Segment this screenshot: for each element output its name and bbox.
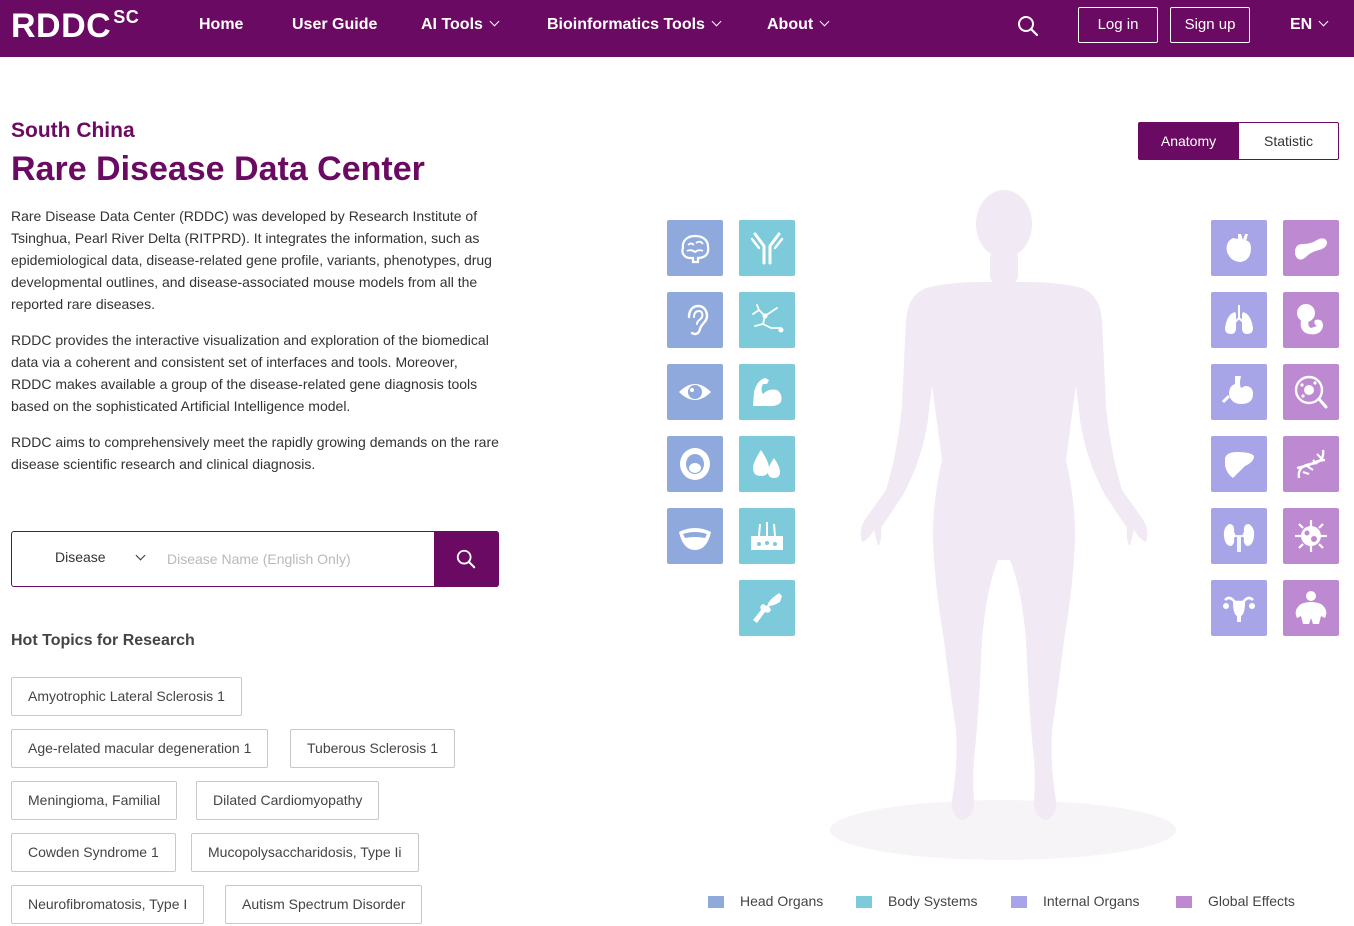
- tab-anatomy[interactable]: Anatomy: [1138, 122, 1239, 160]
- search-submit-button[interactable]: [434, 531, 499, 587]
- hero-title: Rare Disease Data Center: [11, 150, 425, 188]
- legend-swatch-head-organs: [708, 896, 724, 908]
- hot-topic-tag[interactable]: Neurofibromatosis, Type I: [11, 885, 205, 924]
- heart-icon[interactable]: [1211, 220, 1267, 276]
- fetus-icon[interactable]: [1283, 292, 1339, 348]
- nav-home[interactable]: Home: [199, 14, 243, 36]
- hot-topic-tag[interactable]: Tuberous Sclerosis 1: [290, 729, 455, 768]
- legend-label-head-organs: Head Organs: [740, 893, 824, 909]
- nav-user-guide[interactable]: User Guide: [292, 14, 377, 36]
- chevron-down-icon: [819, 16, 830, 27]
- chevron-down-icon: [1318, 16, 1329, 27]
- stomach-icon[interactable]: [1211, 364, 1267, 420]
- nerve-icon[interactable]: [739, 292, 795, 348]
- blood-drop-icon[interactable]: [739, 436, 795, 492]
- nav-bioinformatics-tools[interactable]: Bioinformatics Tools: [547, 14, 722, 36]
- hot-topic-tag[interactable]: Dilated Cardiomyopathy: [196, 781, 380, 820]
- hot-topics-heading: Hot Topics for Research: [11, 632, 195, 649]
- kidney-icon[interactable]: [1211, 508, 1267, 564]
- cell-icon[interactable]: [1283, 364, 1339, 420]
- antibody-icon[interactable]: [739, 220, 795, 276]
- hot-topic-tag[interactable]: Meningioma, Familial: [11, 781, 178, 820]
- dna-icon[interactable]: [1283, 436, 1339, 492]
- mouth-icon[interactable]: [667, 436, 723, 492]
- bone-joint-icon[interactable]: [739, 580, 795, 636]
- disease-search-box: Disease: [11, 531, 499, 587]
- virus-icon[interactable]: [1283, 508, 1339, 564]
- intro-paragraph: RDDC aims to comprehensively meet the ra…: [11, 434, 499, 472]
- legend-swatch-global-effects: [1176, 896, 1192, 908]
- pancreas-icon[interactable]: [1283, 220, 1339, 276]
- obesity-icon[interactable]: [1283, 580, 1339, 636]
- hot-topic-tag[interactable]: Age-related macular degeneration 1: [11, 729, 269, 768]
- hot-topic-tag[interactable]: Amyotrophic Lateral Sclerosis 1: [11, 677, 242, 716]
- login-button[interactable]: Log in: [1078, 7, 1158, 43]
- legend-label-internal-organs: Internal Organs: [1043, 893, 1140, 909]
- teeth-icon[interactable]: [667, 508, 723, 564]
- search-icon[interactable]: [1016, 14, 1040, 38]
- language-select[interactable]: EN: [1290, 14, 1329, 36]
- tab-statistic[interactable]: Statistic: [1239, 122, 1339, 160]
- search-icon: [456, 549, 476, 569]
- legend-swatch-body-systems: [856, 896, 872, 908]
- chevron-down-icon[interactable]: [135, 550, 146, 561]
- top-nav: RDDC SC Home User Guide AI Tools Bioinfor…: [0, 0, 1354, 57]
- muscle-icon[interactable]: [739, 364, 795, 420]
- human-body-figure: [830, 190, 1176, 860]
- chevron-down-icon: [711, 16, 722, 27]
- chevron-down-icon: [489, 16, 500, 27]
- signup-button[interactable]: Sign up: [1170, 7, 1250, 43]
- hot-topic-tag[interactable]: Cowden Syndrome 1: [11, 833, 176, 872]
- legend-label-body-systems: Body Systems: [888, 893, 978, 909]
- ear-icon[interactable]: [667, 292, 723, 348]
- intro-paragraph: Rare Disease Data Center (RDDC) was deve…: [11, 208, 492, 312]
- skin-icon[interactable]: [739, 508, 795, 564]
- search-type-select[interactable]: Disease: [55, 549, 106, 565]
- nav-about[interactable]: About: [767, 14, 830, 36]
- hero-subtitle: South China: [11, 119, 135, 142]
- legend-swatch-internal-organs: [1011, 896, 1027, 908]
- uterus-icon[interactable]: [1211, 580, 1267, 636]
- lung-icon[interactable]: [1211, 292, 1267, 348]
- hot-topic-tag[interactable]: Autism Spectrum Disorder: [225, 885, 423, 924]
- liver-icon[interactable]: [1211, 436, 1267, 492]
- nav-ai-tools[interactable]: AI Tools: [421, 14, 500, 36]
- legend-label-global-effects: Global Effects: [1208, 893, 1295, 909]
- brain-icon[interactable]: [667, 220, 723, 276]
- site-logo[interactable]: RDDC SC: [11, 6, 139, 51]
- eye-icon[interactable]: [667, 364, 723, 420]
- intro-paragraph: RDDC provides the interactive visualizat…: [11, 332, 489, 414]
- search-input[interactable]: [167, 547, 427, 571]
- hot-topic-tag[interactable]: Mucopolysaccharidosis, Type Ii: [191, 833, 419, 872]
